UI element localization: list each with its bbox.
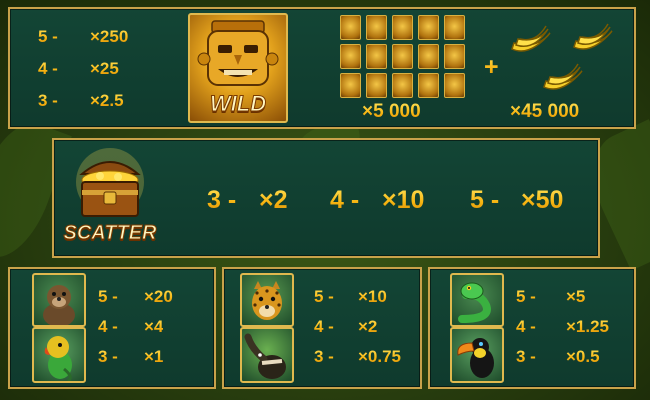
pay-multiplier: ×50 <box>521 186 564 214</box>
animal-paytable-panel-3: 5 - ×5 4 - ×1.25 3 - ×0.5 <box>428 267 636 389</box>
animal-paytable-panel-1: 5 - ×20 4 - ×4 3 - ×1 <box>8 267 216 389</box>
pay-count: 3 - <box>314 347 334 366</box>
wild-paytable-panel: 5 - ×250 4 - ×25 3 - ×2.5 WILD ×5 000 + … <box>8 7 636 129</box>
pay-multiplier: ×5 <box>566 287 586 306</box>
otter-symbol <box>32 273 86 327</box>
anteater-symbol <box>240 327 294 383</box>
animal-paytable-panel-2: 5 - ×10 4 - ×2 3 - ×0.75 <box>222 267 422 389</box>
pay-multiplier: ×10 <box>382 186 425 214</box>
scatter-label: SCATTER <box>63 222 157 245</box>
pay-multiplier: ×2.5 <box>90 91 124 110</box>
pay-multiplier: ×1.25 <box>566 317 610 336</box>
pay-count: 4 - <box>38 59 58 78</box>
snake-icon <box>458 282 491 323</box>
pay-count: 5 - <box>38 27 58 46</box>
grid-payout: ×5 000 <box>362 101 421 122</box>
otter-icon <box>43 285 75 325</box>
treasure-chest-icon <box>76 148 144 217</box>
mini-wild-icon <box>366 73 387 98</box>
mini-wild-icon <box>418 73 439 98</box>
pay-multiplier: ×2 <box>259 186 288 214</box>
mini-wild-icon <box>392 44 413 69</box>
banana-icon <box>573 23 613 50</box>
wild-symbol: WILD <box>188 13 288 123</box>
pay-multiplier: ×0.75 <box>358 347 402 366</box>
pay-count: 5 - <box>314 287 334 306</box>
pay-count: 5 - <box>470 186 500 214</box>
jaguar-icon <box>252 281 282 320</box>
mini-wild-icon <box>340 44 361 69</box>
mini-wild-icon <box>392 73 413 98</box>
snake-symbol <box>450 273 504 327</box>
scatter-symbol: SCATTER <box>60 146 160 252</box>
jaguar-symbol <box>240 273 294 327</box>
anteater-icon <box>244 333 286 379</box>
mini-wild-icon <box>366 44 387 69</box>
pay-count: 4 - <box>314 317 334 336</box>
wild-grid <box>340 15 465 103</box>
pay-count: 3 - <box>98 347 118 366</box>
scatter-paytable-panel: SCATTER 3 - ×2 4 - ×10 5 - ×50 <box>52 138 600 258</box>
mini-wild-icon <box>444 73 465 98</box>
mini-wild-icon <box>418 15 439 40</box>
pay-count: 4 - <box>330 186 360 214</box>
mini-wild-icon <box>340 73 361 98</box>
banana-icon <box>543 63 583 90</box>
pay-count: 5 - <box>98 287 118 306</box>
toucan-symbol <box>450 327 504 383</box>
pay-multiplier: ×10 <box>358 287 387 306</box>
pay-count: 4 - <box>516 317 536 336</box>
pay-count: 4 - <box>98 317 118 336</box>
parrot-symbol <box>32 327 86 383</box>
pay-count: 3 - <box>38 91 58 110</box>
banana-icon <box>511 25 551 52</box>
toucan-icon <box>457 338 494 378</box>
pay-multiplier: ×25 <box>90 59 119 78</box>
parrot-icon <box>44 336 72 381</box>
pay-count: 3 - <box>516 347 536 366</box>
pay-multiplier: ×20 <box>144 287 173 306</box>
wild-label: WILD <box>209 91 267 117</box>
bonus-payout: ×45 000 <box>510 101 580 122</box>
tiki-mask-icon <box>197 20 279 86</box>
mini-wild-icon <box>444 15 465 40</box>
pay-multiplier: ×4 <box>144 317 164 336</box>
pay-count: 3 - <box>207 186 237 214</box>
plus-sign: + <box>484 53 499 81</box>
pay-multiplier: ×1 <box>144 347 164 366</box>
mini-wild-icon <box>340 15 361 40</box>
pay-multiplier: ×0.5 <box>566 347 600 366</box>
pay-count: 5 - <box>516 287 536 306</box>
mini-wild-icon <box>418 44 439 69</box>
pay-multiplier: ×2 <box>358 317 378 336</box>
mini-wild-icon <box>392 15 413 40</box>
pay-multiplier: ×250 <box>90 27 129 46</box>
mini-wild-icon <box>366 15 387 40</box>
mini-wild-icon <box>444 44 465 69</box>
